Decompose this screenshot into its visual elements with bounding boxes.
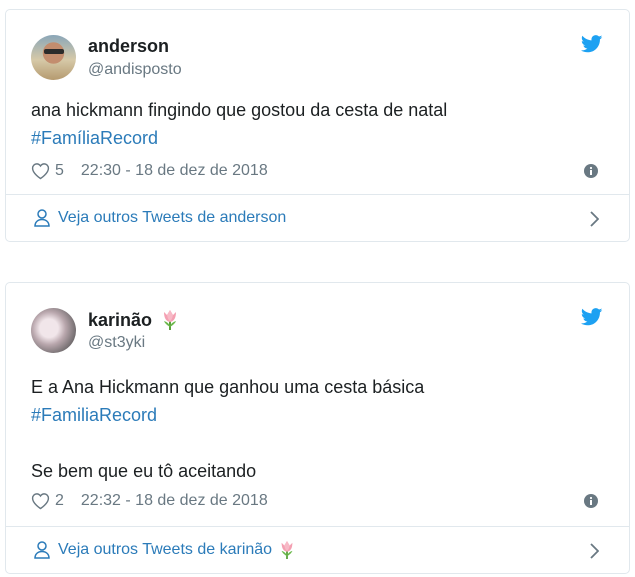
twitter-bird-icon[interactable] [581, 308, 603, 326]
more-tweets-link[interactable]: Veja outros Tweets de anderson [6, 194, 629, 241]
heart-icon[interactable] [31, 162, 50, 180]
tulip-icon [164, 310, 177, 330]
timestamp[interactable]: 22:32 - 18 de dez de 2018 [81, 492, 268, 510]
tweet-meta: 2 22:32 - 18 de dez de 2018 [31, 490, 604, 512]
chevron-right-icon [590, 543, 599, 559]
avatar[interactable] [31, 35, 76, 80]
tweet-text-line: ana hickmann fingindo que gostou da cest… [31, 100, 448, 120]
info-icon[interactable] [584, 494, 598, 508]
author-handle[interactable]: @st3yki [88, 334, 145, 352]
person-icon [34, 541, 50, 559]
more-tweets-label: Veja outros Tweets de anderson [58, 209, 287, 226]
more-tweets-link[interactable]: Veja outros Tweets de karinão [6, 526, 629, 573]
heart-icon[interactable] [31, 492, 50, 510]
twitter-bird-icon[interactable] [581, 35, 603, 53]
tweet-header: anderson @andisposto [31, 34, 629, 84]
author-name-text: karinão [88, 309, 153, 330]
tweet-meta: 5 22:30 - 18 de dez de 2018 [31, 160, 604, 182]
tulip-icon [281, 541, 293, 559]
tweet-text-line: Se bem que eu tô aceitando [31, 461, 257, 481]
author-name-text: anderson [88, 36, 170, 56]
like-count[interactable]: 2 [55, 492, 64, 510]
info-icon[interactable] [584, 164, 598, 178]
tweet-header: karinão @st3yki [31, 307, 629, 357]
author-name[interactable]: anderson [88, 36, 169, 57]
tweet-text: E a Ana Hickmann que ganhou uma cesta bá… [31, 373, 609, 485]
chevron-right-icon [590, 211, 599, 227]
like-count[interactable]: 5 [55, 162, 64, 180]
hashtag-link[interactable]: #FamiliaRecord [31, 401, 609, 429]
tweet-card: karinão @st3yki E a Ana Hickmann que gan… [5, 282, 630, 574]
person-icon [34, 209, 50, 227]
author-name[interactable]: karinão [88, 309, 180, 331]
tweet-text-line: E a Ana Hickmann que ganhou uma cesta bá… [31, 377, 425, 397]
hashtag-link[interactable]: #FamíliaRecord [31, 124, 609, 152]
tweet-card: anderson @andisposto ana hickmann fingin… [5, 9, 630, 242]
author-handle[interactable]: @andisposto [88, 61, 182, 79]
more-tweets-label: Veja outros Tweets de karinão [58, 541, 273, 558]
tweet-text: ana hickmann fingindo que gostou da cest… [31, 96, 609, 152]
timestamp[interactable]: 22:30 - 18 de dez de 2018 [81, 162, 268, 180]
avatar[interactable] [31, 308, 76, 353]
